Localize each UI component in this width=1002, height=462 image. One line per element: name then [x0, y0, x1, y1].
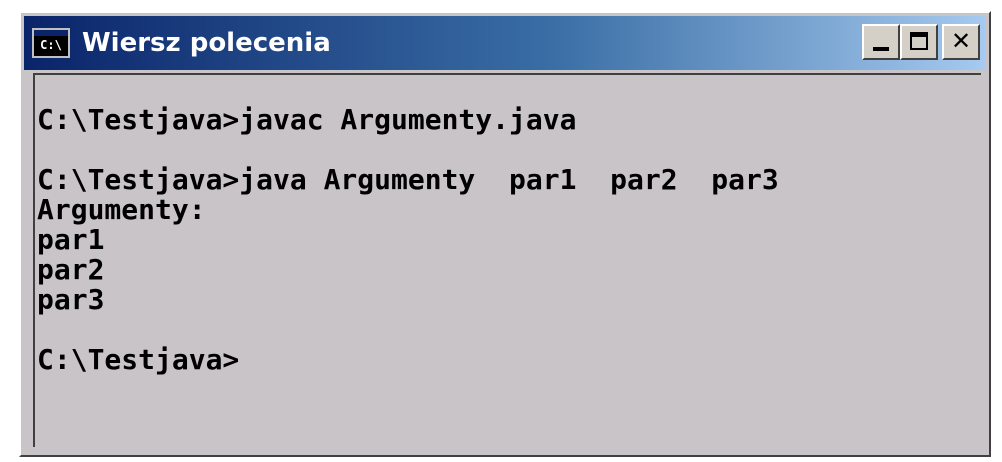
close-icon: ✕ [950, 27, 972, 55]
title-bar[interactable]: C:\ Wiersz polecenia ✕ [24, 16, 986, 70]
maximize-icon [910, 32, 928, 50]
maximize-button[interactable] [900, 24, 938, 60]
window-title: Wiersz polecenia [82, 28, 331, 58]
console-icon-label: C:\ [40, 38, 62, 52]
console-line: Argumenty: [37, 193, 206, 226]
command-prompt-window: C:\ Wiersz polecenia ✕ C:\Testjava>javac… [19, 11, 991, 457]
console-output[interactable]: C:\Testjava>javac Argumenty.java C:\Test… [33, 73, 981, 447]
console-line: par2 [37, 253, 105, 286]
console-line: par1 [37, 223, 105, 256]
console-line: par3 [37, 283, 105, 316]
console-prompt-line: C:\Testjava> [37, 343, 240, 376]
minimize-button[interactable] [862, 24, 900, 60]
console-line: C:\Testjava>javac Argumenty.java [37, 103, 577, 136]
minimize-icon [873, 47, 889, 51]
window-controls: ✕ [862, 24, 980, 60]
console-line: C:\Testjava>java Argumenty par1 par2 par… [37, 163, 779, 196]
console-icon[interactable]: C:\ [32, 28, 70, 58]
close-button[interactable]: ✕ [942, 24, 980, 60]
